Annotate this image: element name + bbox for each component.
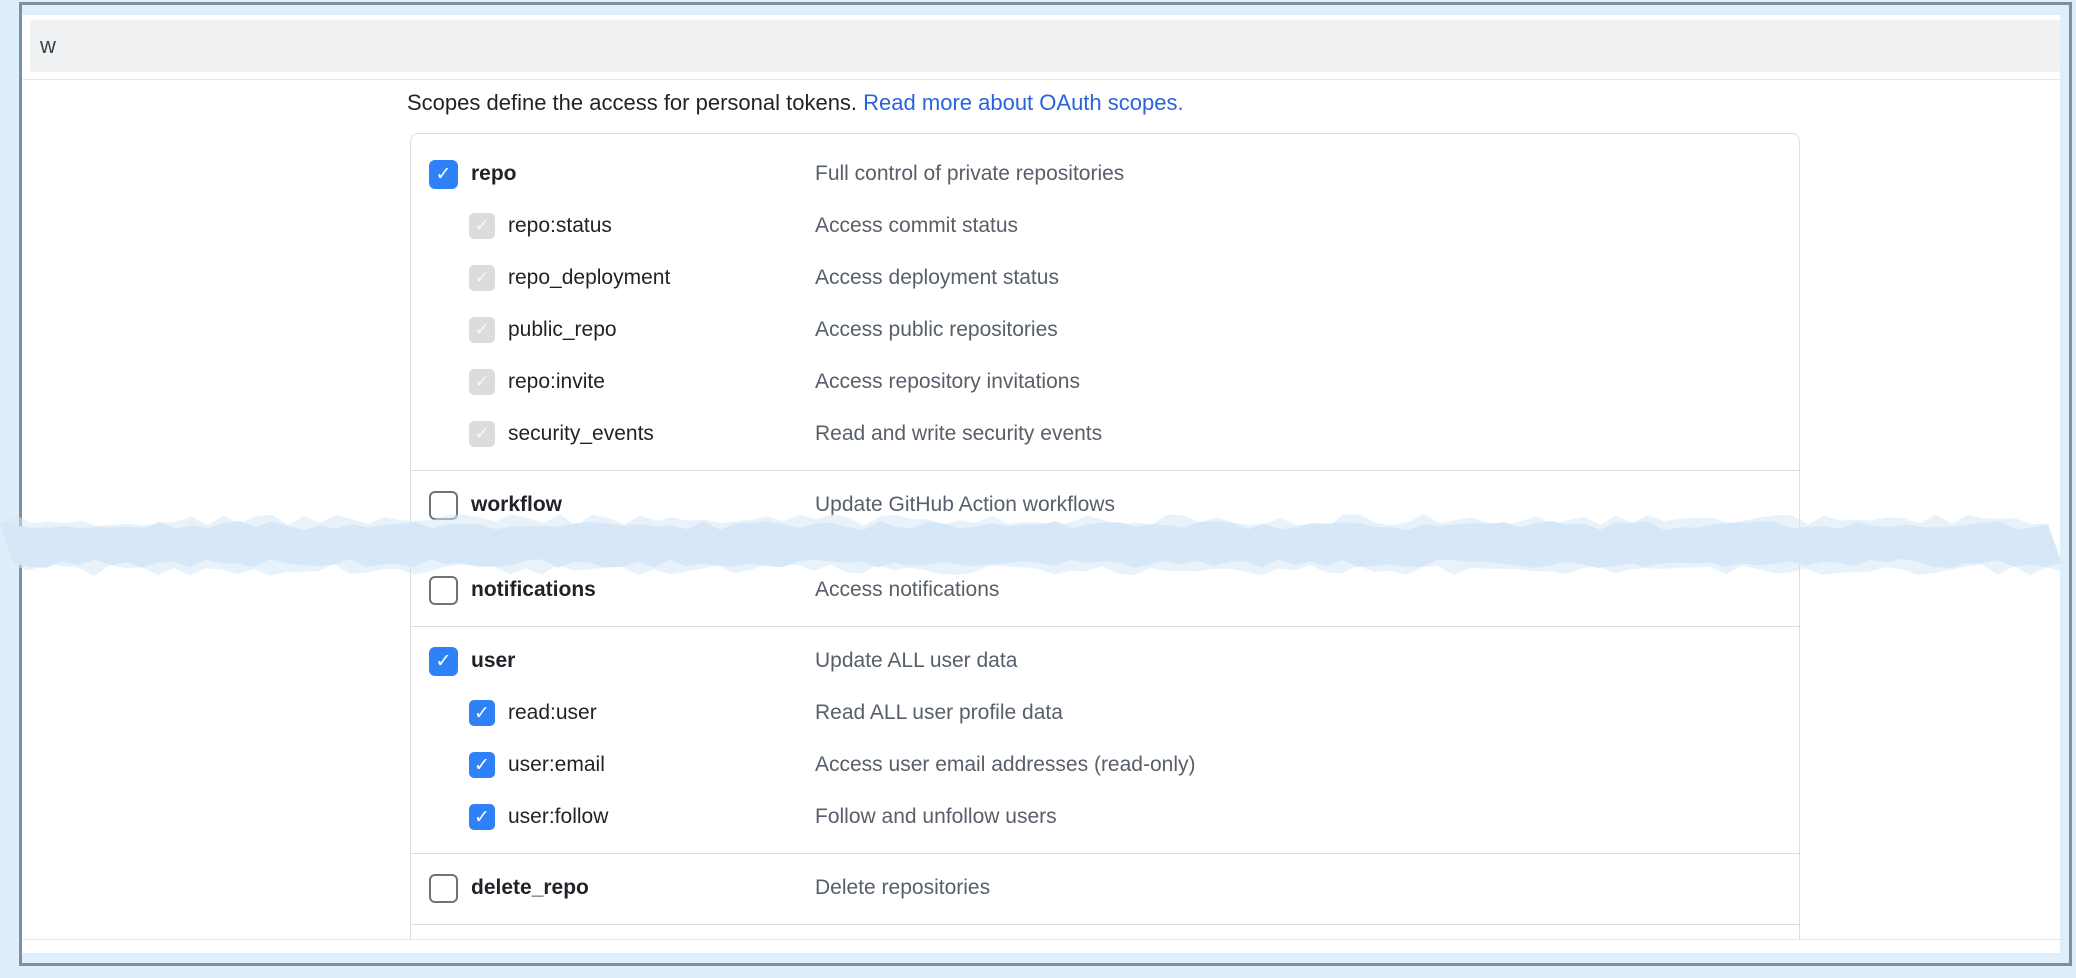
scope-row-repo:status: ✓ repo:status Access commit status xyxy=(411,200,1799,252)
screen: Scopes define the access for personal to… xyxy=(0,0,2076,978)
scope-description: Read and write security events xyxy=(815,422,1102,446)
scope-group-repo: ✓ repo Full control of private repositorie… xyxy=(411,140,1799,470)
scopes-list: ✓ repo Full control of private repositorie… xyxy=(410,133,1800,939)
scope-description: Read ALL user profile data xyxy=(815,701,1063,725)
scope-label: notifications xyxy=(471,578,596,602)
scope-description: Access repository invitations xyxy=(815,370,1080,394)
check-icon: ✓ xyxy=(475,322,489,339)
scope-label: delete_repo xyxy=(471,876,589,900)
tear-gap xyxy=(411,542,1799,556)
scope-row-user: ✓ user Update ALL user data xyxy=(411,635,1799,687)
scope-label: user:follow xyxy=(508,805,608,829)
scope-description: Access public repositories xyxy=(815,318,1058,342)
scope-description: Access notifications xyxy=(815,578,999,602)
scope-description: Follow and unfollow users xyxy=(815,805,1057,829)
scope-group-user: ✓ user Update ALL user data ✓ read:user Read … xyxy=(411,627,1799,853)
header-divider xyxy=(22,79,2060,80)
checkbox-repo[interactable]: ✓ xyxy=(429,160,458,189)
scope-row-delete_repo: delete_repo Delete repositories xyxy=(411,862,1799,914)
scope-description: Full control of private repositories xyxy=(815,162,1124,186)
check-icon: ✓ xyxy=(475,270,489,287)
scope-description: Access commit status xyxy=(815,214,1018,238)
scope-label: read:user xyxy=(508,701,597,725)
check-icon: ✓ xyxy=(474,808,490,827)
scope-label: repo:invite xyxy=(508,370,605,394)
checkbox-notifications[interactable] xyxy=(429,576,458,605)
check-icon: ✓ xyxy=(474,704,490,723)
scopes-heading: Scopes define the access for personal to… xyxy=(407,89,1184,117)
page-bottom-divider xyxy=(22,939,2060,940)
check-icon: ✓ xyxy=(475,426,489,443)
scope-description: Access deployment status xyxy=(815,266,1059,290)
scope-group-workflow: workflow Update GitHub Action workflows xyxy=(411,471,1799,541)
scope-description: Update ALL user data xyxy=(815,649,1017,673)
scope-description: Access user email addresses (read-only) xyxy=(815,753,1195,777)
scope-row-repo: ✓ repo Full control of private repositorie… xyxy=(411,148,1799,200)
scope-row-user:follow: ✓ user:follow Follow and unfollow users xyxy=(411,791,1799,843)
checkbox-user:follow[interactable]: ✓ xyxy=(469,804,495,830)
scope-row-read:user: ✓ read:user Read ALL user profile data xyxy=(411,687,1799,739)
scopes-heading-text: Scopes define the access for personal to… xyxy=(407,90,857,115)
note-input[interactable] xyxy=(30,20,2060,72)
checkbox-delete_repo[interactable] xyxy=(429,874,458,903)
checkbox-public_repo: ✓ xyxy=(469,317,495,343)
scope-label: repo xyxy=(471,162,517,186)
check-icon: ✓ xyxy=(436,652,452,671)
checkbox-repo_deployment: ✓ xyxy=(469,265,495,291)
scope-row-workflow: workflow Update GitHub Action workflows xyxy=(411,479,1799,531)
scope-row-repo_deployment: ✓ repo_deployment Access deployment status xyxy=(411,252,1799,304)
scope-group-notifications: notifications Access notifications xyxy=(411,556,1799,626)
check-icon: ✓ xyxy=(436,165,452,184)
scope-description: Delete repositories xyxy=(815,876,990,900)
check-icon: ✓ xyxy=(475,374,489,391)
page: Scopes define the access for personal to… xyxy=(22,15,2060,953)
scope-row-repo:invite: ✓ repo:invite Access repository invitation… xyxy=(411,356,1799,408)
scope-label: workflow xyxy=(471,493,562,517)
checkbox-workflow[interactable] xyxy=(429,491,458,520)
scope-label: security_events xyxy=(508,422,654,446)
scope-label: repo:status xyxy=(508,214,612,238)
checkbox-repo:invite: ✓ xyxy=(469,369,495,395)
scope-description: Update GitHub Action workflows xyxy=(815,493,1115,517)
check-icon: ✓ xyxy=(474,756,490,775)
checkbox-security_events: ✓ xyxy=(469,421,495,447)
checkbox-user[interactable]: ✓ xyxy=(429,647,458,676)
oauth-scopes-link[interactable]: Read more about OAuth scopes. xyxy=(863,90,1183,115)
scope-row-user:email: ✓ user:email Access user email addresses (… xyxy=(411,739,1799,791)
scope-label: user xyxy=(471,649,515,673)
checkbox-read:user[interactable]: ✓ xyxy=(469,700,495,726)
scope-label: repo_deployment xyxy=(508,266,670,290)
scope-row-public_repo: ✓ public_repo Access public repositories xyxy=(411,304,1799,356)
scope-row-security_events: ✓ security_events Read and write security … xyxy=(411,408,1799,460)
scope-row-notifications: notifications Access notifications xyxy=(411,564,1799,616)
checkbox-user:email[interactable]: ✓ xyxy=(469,752,495,778)
scope-label: public_repo xyxy=(508,318,617,342)
scope-divider xyxy=(411,924,1799,925)
scope-group-delete_repo: delete_repo Delete repositories xyxy=(411,854,1799,924)
scope-label: user:email xyxy=(508,753,605,777)
checkbox-repo:status: ✓ xyxy=(469,213,495,239)
check-icon: ✓ xyxy=(475,218,489,235)
